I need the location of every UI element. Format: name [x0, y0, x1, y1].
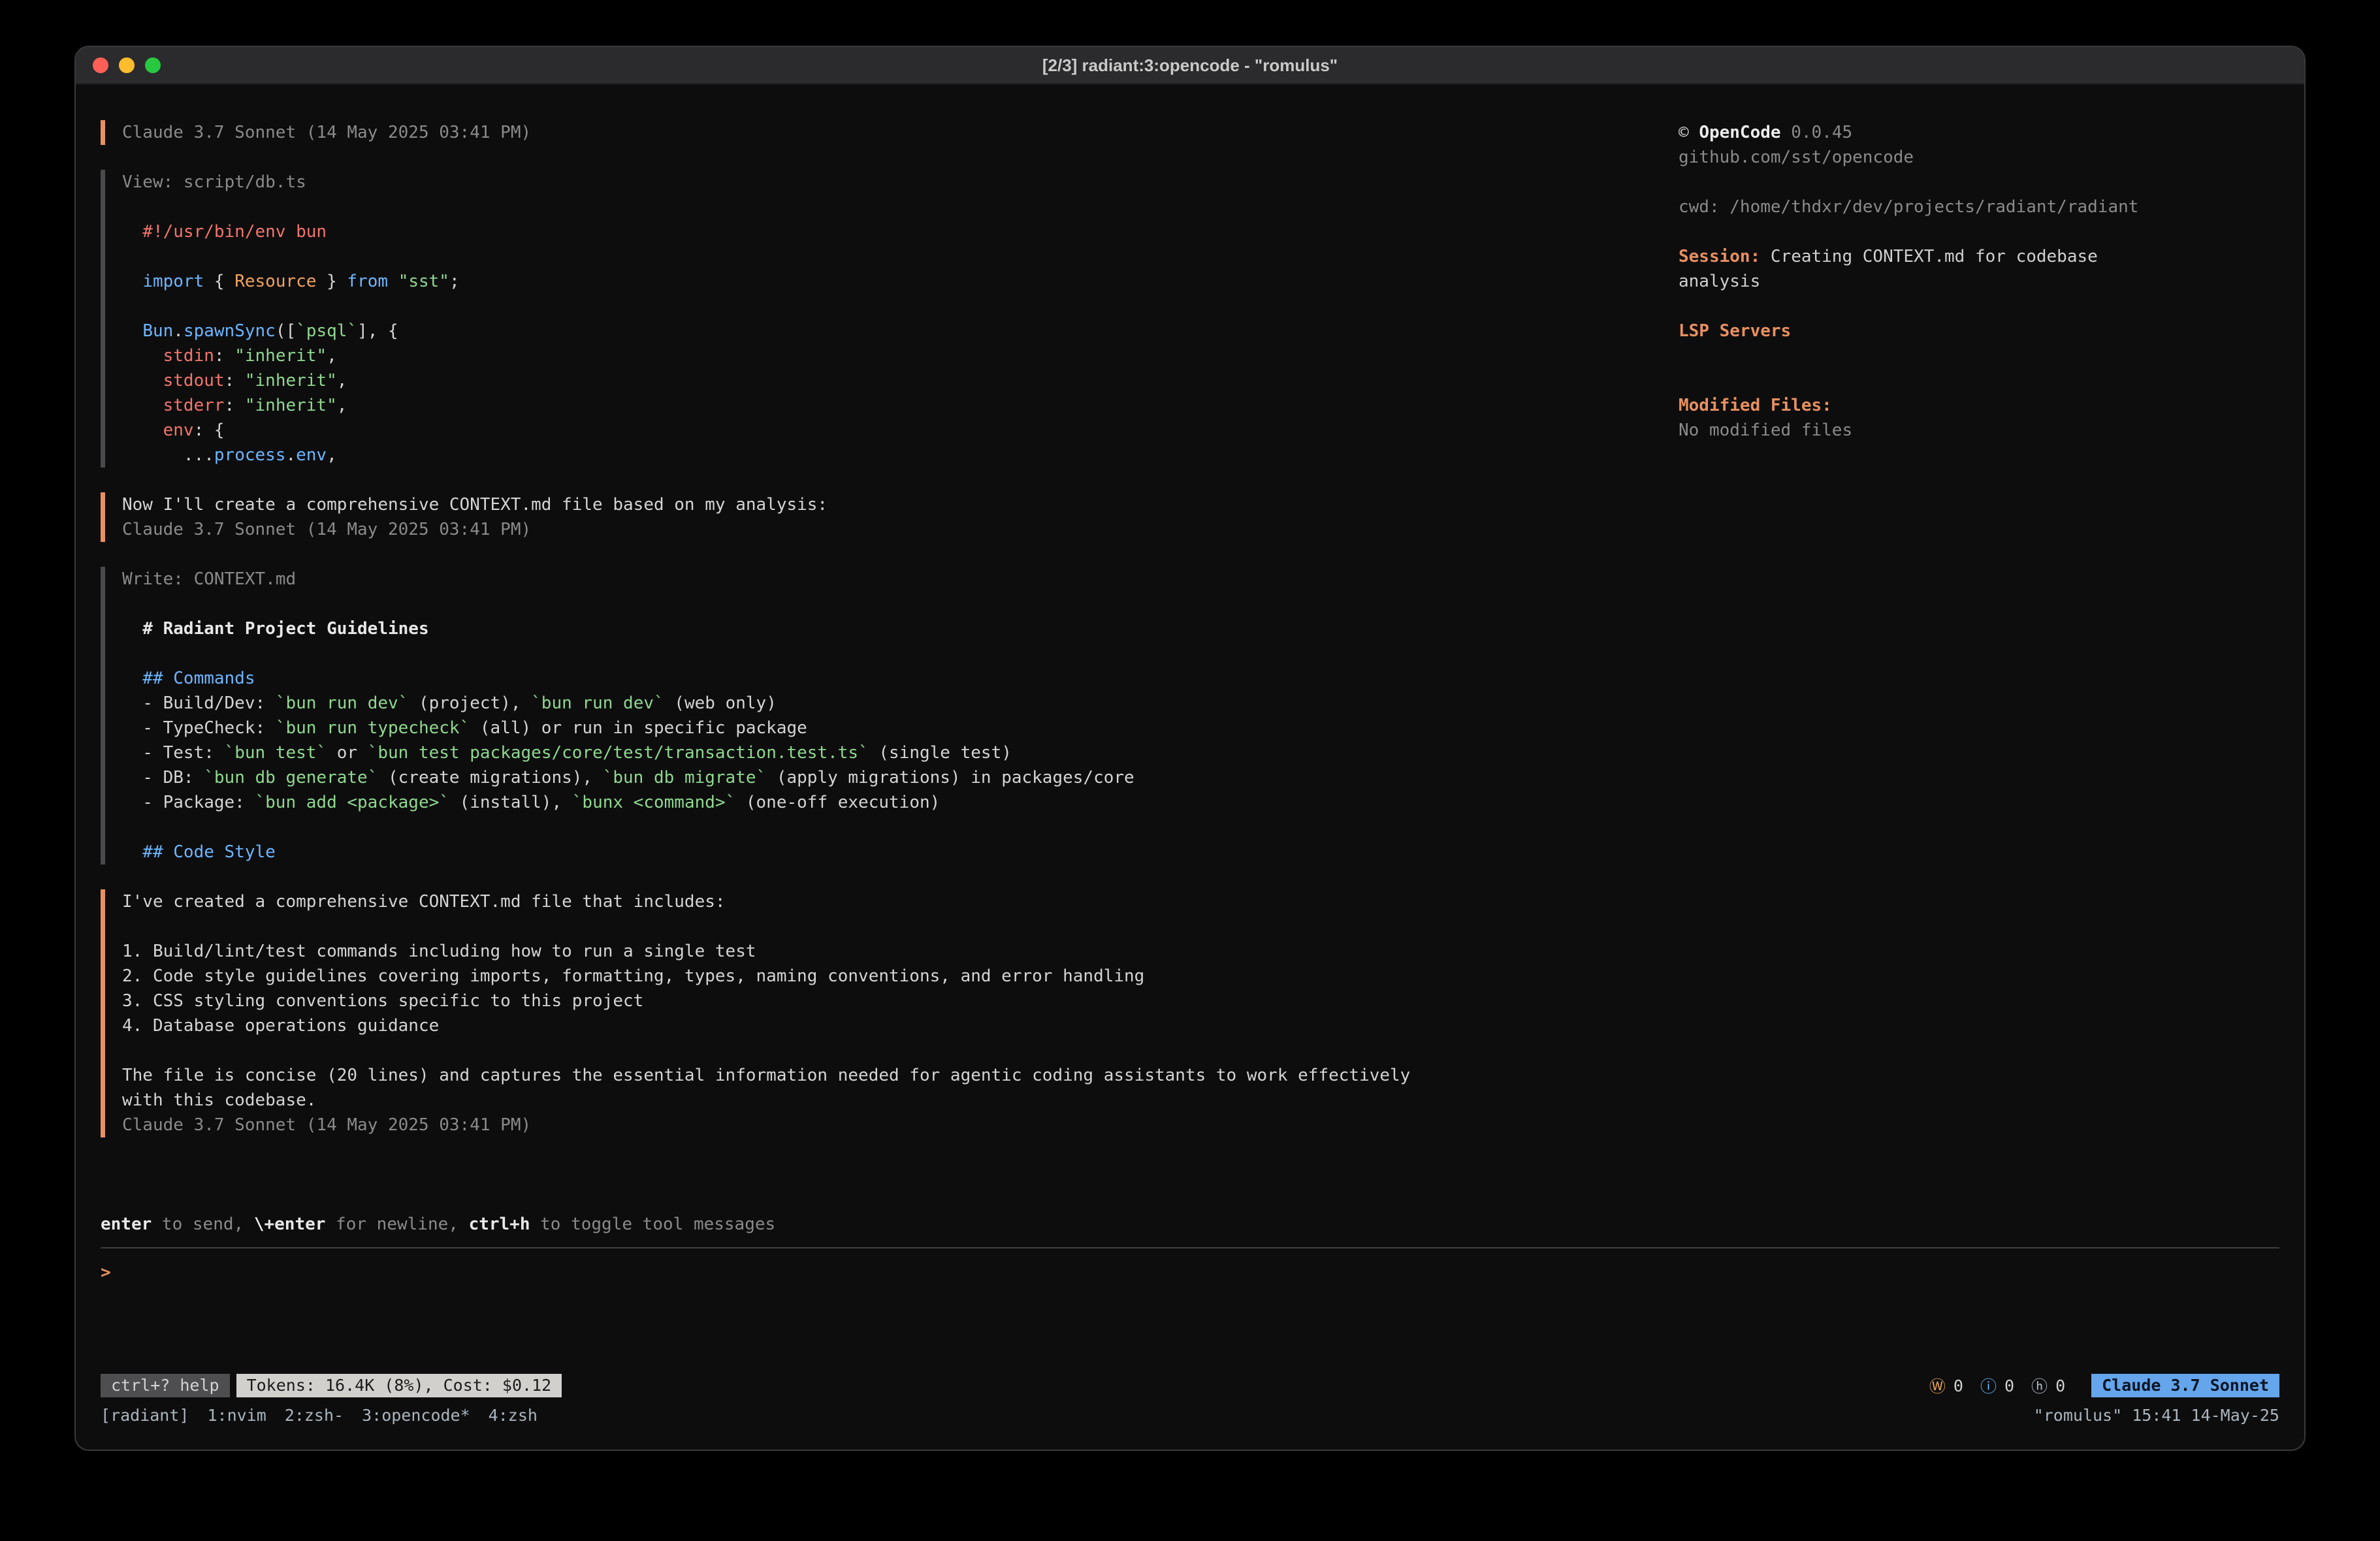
- text-line: [122, 294, 1679, 319]
- text-line: [122, 244, 1679, 269]
- text-line: 3. CSS styling conventions specific to t…: [122, 989, 1679, 1013]
- tmux-session-name: [radiant]: [101, 1404, 189, 1427]
- diagnostics: Ⓦ 0 ⓘ 0 ⓗ 0 Claude 3.7 Sonnet: [1929, 1374, 2279, 1397]
- text-line: 2. Code style guidelines covering import…: [122, 964, 1679, 989]
- lsp-servers-label: LSP Servers: [1679, 319, 2279, 343]
- message-text: Now I'll create a comprehensive CONTEXT.…: [122, 492, 1679, 517]
- session-info: Session: Creating CONTEXT.md for codebas…: [1679, 244, 2136, 294]
- tmux-windows: 1:nvim 2:zsh- 3:opencode* 4:zsh: [207, 1404, 555, 1427]
- hint-icon: ⓗ: [2031, 1374, 2048, 1397]
- text-line: - Build/Dev: `bun run dev` (project), `b…: [122, 691, 1679, 716]
- assistant-message: I've created a comprehensive CONTEXT.md …: [101, 889, 1679, 1137]
- text-line: stderr: "inherit",: [122, 393, 1679, 418]
- warning-icon: Ⓦ: [1929, 1374, 1946, 1397]
- text-line: ## Commands: [122, 666, 1679, 691]
- sidebar: © OpenCode 0.0.45 github.com/sst/opencod…: [1679, 120, 2279, 1162]
- warning-count: 0: [1954, 1376, 1963, 1395]
- tmux-window[interactable]: 1:nvim: [207, 1406, 266, 1425]
- tool-output-write: Write: CONTEXT.md # Radiant Project Guid…: [101, 567, 1679, 865]
- text-line: Bun.spawnSync([`psql`], {: [122, 319, 1679, 343]
- text-line: ...process.env,: [122, 443, 1679, 468]
- brand-name: OpenCode: [1699, 123, 1780, 142]
- text-line: - Test: `bun test` or `bun test packages…: [122, 740, 1679, 765]
- prompt-input[interactable]: >: [101, 1260, 2279, 1285]
- version-label: 0.0.45: [1791, 123, 1852, 142]
- traffic-lights: [76, 57, 161, 73]
- minimize-button[interactable]: [119, 57, 135, 73]
- terminal-window: [2/3] radiant:3:opencode - "romulus" Cla…: [74, 46, 2306, 1451]
- text-line: [122, 1038, 1679, 1063]
- repo-link[interactable]: github.com/sst/opencode: [1679, 145, 2279, 170]
- cwd-label: cwd: /home/thdxr/dev/projects/radiant/ra…: [1679, 195, 2279, 219]
- text-line: # Radiant Project Guidelines: [122, 616, 1679, 641]
- text-line: env: {: [122, 418, 1679, 443]
- tmux-host-clock: "romulus" 15:41 14-May-25: [2034, 1404, 2279, 1427]
- session-label: Session:: [1679, 247, 1760, 266]
- text-line: The file is concise (20 lines) and captu…: [122, 1063, 1679, 1088]
- text-line: stdout: "inherit",: [122, 368, 1679, 393]
- text-line: ## Code Style: [122, 840, 1679, 865]
- input-divider: [101, 1247, 2279, 1248]
- tool-title: Write: CONTEXT.md: [122, 567, 1679, 592]
- tmux-window[interactable]: 3:opencode*: [362, 1406, 470, 1425]
- tool-title: View: script/db.ts: [122, 170, 1679, 195]
- tmux-status-bar: [radiant] 1:nvim 2:zsh- 3:opencode* 4:zsh "…: [101, 1404, 2279, 1427]
- tmux-window[interactable]: 4:zsh: [489, 1406, 538, 1425]
- text-line: #!/usr/bin/env bun: [122, 219, 1679, 244]
- text-line: enter to send, \+enter for newline, ctrl…: [101, 1212, 2279, 1237]
- message-timestamp: Claude 3.7 Sonnet (14 May 2025 03:41 PM): [122, 120, 1679, 145]
- brand-logo-icon: ©: [1679, 123, 1689, 142]
- code-lines: #!/usr/bin/env bun import { Resource } f…: [122, 219, 1679, 468]
- hint-count: 0: [2055, 1376, 2065, 1395]
- brand: © OpenCode 0.0.45: [1679, 120, 2279, 145]
- modified-files-label: Modified Files:: [1679, 393, 2279, 418]
- tokens-cost-chip: Tokens: 16.4K (8%), Cost: $0.12: [236, 1374, 562, 1397]
- opencode-tui: Claude 3.7 Sonnet (14 May 2025 03:41 PM)…: [76, 85, 2304, 1450]
- help-hint-chip: ctrl+? help: [101, 1374, 230, 1397]
- modified-files-empty: No modified files: [1679, 418, 2279, 443]
- text-line: - Package: `bun add <package>` (install)…: [122, 790, 1679, 815]
- model-selector-chip[interactable]: Claude 3.7 Sonnet: [2091, 1374, 2279, 1397]
- status-bar: ctrl+? help Tokens: 16.4K (8%), Cost: $0…: [101, 1374, 2279, 1397]
- tool-output-view: View: script/db.ts #!/usr/bin/env bun im…: [101, 170, 1679, 468]
- zoom-button[interactable]: [145, 57, 161, 73]
- text-line: - TypeCheck: `bun run typecheck` (all) o…: [122, 716, 1679, 740]
- message-lines: I've created a comprehensive CONTEXT.md …: [122, 889, 1679, 1113]
- text-line: 4. Database operations guidance: [122, 1013, 1679, 1038]
- info-icon: ⓘ: [1980, 1374, 1997, 1397]
- assistant-message-header: Claude 3.7 Sonnet (14 May 2025 03:41 PM): [101, 120, 1679, 145]
- tmux-window[interactable]: 2:zsh-: [285, 1406, 344, 1425]
- assistant-message: Now I'll create a comprehensive CONTEXT.…: [101, 492, 1679, 542]
- text-line: [122, 641, 1679, 666]
- message-timestamp: Claude 3.7 Sonnet (14 May 2025 03:41 PM): [122, 1113, 1679, 1137]
- input-help: enter to send, \+enter for newline, ctrl…: [101, 1212, 2279, 1237]
- conversation: Claude 3.7 Sonnet (14 May 2025 03:41 PM)…: [101, 120, 1679, 1162]
- text-line: - DB: `bun db generate` (create migratio…: [122, 765, 1679, 790]
- text-line: I've created a comprehensive CONTEXT.md …: [122, 889, 1679, 914]
- title-bar: [2/3] radiant:3:opencode - "romulus": [76, 47, 2304, 85]
- markdown-lines: # Radiant Project Guidelines ## Commands…: [122, 616, 1679, 865]
- text-line: [122, 914, 1679, 939]
- text-line: import { Resource } from "sst";: [122, 269, 1679, 294]
- text-line: [122, 815, 1679, 840]
- info-count: 0: [2004, 1376, 2014, 1395]
- close-button[interactable]: [93, 57, 108, 73]
- columns: Claude 3.7 Sonnet (14 May 2025 03:41 PM)…: [101, 120, 2279, 1162]
- message-timestamp: Claude 3.7 Sonnet (14 May 2025 03:41 PM): [122, 517, 1679, 542]
- text-line: with this codebase.: [122, 1088, 1679, 1113]
- text-line: 1. Build/lint/test commands including ho…: [122, 939, 1679, 964]
- text-line: stdin: "inherit",: [122, 343, 1679, 368]
- window-title: [2/3] radiant:3:opencode - "romulus": [76, 56, 2304, 76]
